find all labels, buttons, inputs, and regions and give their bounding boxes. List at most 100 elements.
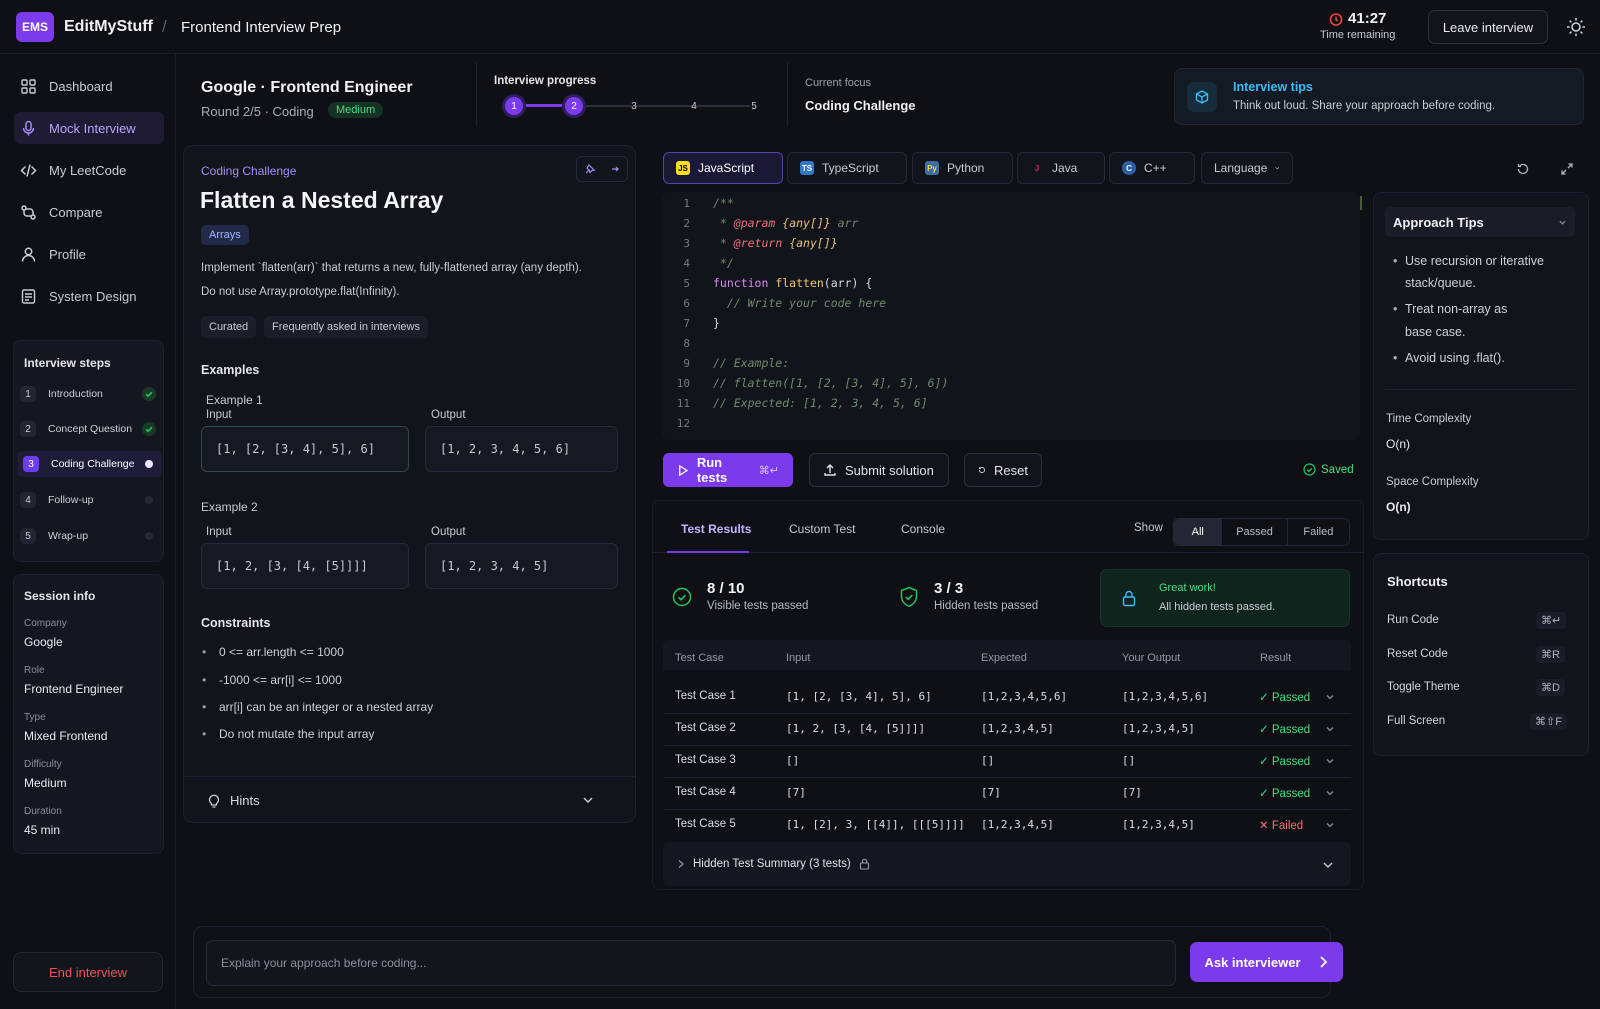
- tab-custom-test[interactable]: Custom Test: [789, 522, 855, 536]
- sidebar-item-label: Dashboard: [49, 78, 113, 94]
- input-label: Input: [206, 409, 232, 421]
- brand-name[interactable]: EditMyStuff: [64, 18, 153, 36]
- cell-input: []: [786, 754, 800, 767]
- run-tests-button[interactable]: Run tests ⌘↵: [663, 453, 793, 487]
- approach-tip: Treat non-array as: [1393, 298, 1507, 320]
- progress-label: Interview progress: [494, 75, 597, 87]
- chevron-down-icon[interactable]: [1325, 692, 1335, 702]
- lang-tab-cpp[interactable]: C C++: [1109, 152, 1195, 184]
- badge-frequently-asked: Frequently asked in interviews: [264, 316, 428, 338]
- space-complexity-value: O(n): [1386, 500, 1411, 514]
- sidebar-item-my-leetcode[interactable]: My LeetCode: [14, 154, 164, 186]
- ask-interviewer-button[interactable]: Ask interviewer: [1190, 942, 1343, 982]
- lang-tab-python[interactable]: Py Python: [912, 152, 1013, 184]
- chevron-down-icon[interactable]: [1325, 756, 1335, 766]
- code-line[interactable]: */: [713, 256, 734, 270]
- progress-step-3: 3: [631, 100, 637, 112]
- step-introduction[interactable]: 1 Introduction: [14, 381, 162, 407]
- panel-tools: [576, 156, 628, 182]
- sidebar-item-dashboard[interactable]: Dashboard: [14, 70, 164, 102]
- app-logo[interactable]: EMS: [16, 12, 54, 42]
- code-line[interactable]: // Example:: [713, 356, 789, 370]
- approach-tips-header[interactable]: Approach Tips: [1385, 207, 1575, 237]
- chevron-down-icon[interactable]: [1325, 820, 1335, 830]
- refresh-icon[interactable]: [1516, 162, 1530, 176]
- problem-panel: [183, 145, 636, 823]
- session-value: Frontend Engineer: [24, 682, 124, 696]
- row-divider: [664, 777, 1351, 778]
- lang-tab-java[interactable]: J Java: [1017, 152, 1105, 184]
- sun-icon[interactable]: [1566, 17, 1586, 37]
- tab-console[interactable]: Console: [901, 522, 945, 536]
- problem-tag[interactable]: Arrays: [201, 225, 249, 245]
- sidebar-item-system-design[interactable]: System Design: [14, 280, 164, 312]
- output-label: Output: [431, 409, 466, 421]
- time-complexity-label: Time Complexity: [1386, 413, 1472, 425]
- filter-failed[interactable]: Failed: [1286, 519, 1349, 545]
- lock-icon: [859, 858, 869, 870]
- code-line[interactable]: // Expected: [1, 2, 3, 4, 5, 6]: [713, 396, 928, 410]
- code-editor[interactable]: 1 /** 2 * @param {any[]} arr 3 * @return {a…: [662, 192, 1362, 440]
- chevron-down-icon[interactable]: [1325, 724, 1335, 734]
- leave-interview-button[interactable]: Leave interview: [1428, 10, 1548, 44]
- cpp-icon: C: [1122, 161, 1136, 175]
- lang-label: TypeScript: [822, 161, 879, 175]
- result-failed: ✕ Failed: [1259, 818, 1303, 832]
- example-output: [1, 2, 3, 4, 5]: [425, 543, 618, 589]
- step-wrap-up[interactable]: 5 Wrap-up: [14, 523, 162, 549]
- lang-tab-typescript[interactable]: TS TypeScript: [787, 152, 907, 184]
- pin-icon[interactable]: [584, 163, 596, 175]
- result-label: Passed: [1271, 724, 1311, 736]
- lang-tab-javascript[interactable]: JS JavaScript: [663, 152, 783, 184]
- step-concept-question[interactable]: 2 Concept Question: [14, 416, 162, 442]
- submit-solution-button[interactable]: Submit solution: [809, 453, 949, 487]
- reset-button[interactable]: Reset: [964, 453, 1042, 487]
- fullscreen-icon[interactable]: [1560, 162, 1574, 176]
- run-tests-label: Run tests: [696, 455, 728, 485]
- cell-output: [1,2,3,4,5]: [1122, 818, 1195, 831]
- scrollbar[interactable]: [1360, 196, 1362, 210]
- explain-approach-input[interactable]: [206, 940, 1176, 986]
- example-title: Example 2: [201, 500, 258, 514]
- round-info: Round 2/5 · Coding: [201, 104, 314, 119]
- code-line[interactable]: function flatten(arr) {: [713, 276, 872, 290]
- hints-toggle[interactable]: Hints: [184, 778, 635, 822]
- code-line[interactable]: // Write your code here: [713, 296, 886, 310]
- tab-test-results[interactable]: Test Results: [681, 522, 751, 536]
- great-work-text: All hidden tests passed.: [1159, 601, 1276, 613]
- filter-passed[interactable]: Passed: [1221, 519, 1286, 545]
- filter-all[interactable]: All: [1174, 519, 1222, 545]
- line-number: 1: [683, 197, 690, 210]
- code-line[interactable]: * @return {any[]}: [713, 236, 838, 250]
- cell-output: []: [1122, 754, 1136, 767]
- expand-icon[interactable]: [609, 163, 621, 175]
- chevron-down-icon: [1323, 862, 1333, 868]
- code-line[interactable]: * @param {any[]} arr: [713, 216, 859, 230]
- hidden-summary-label: Hidden Test Summary (3 tests): [693, 858, 851, 870]
- code-line[interactable]: // flatten([1, [2, [3, 4], 5], 6]): [713, 376, 948, 390]
- code-icon: [20, 163, 37, 177]
- hidden-summary-toggle[interactable]: Hidden Test Summary (3 tests): [663, 842, 1351, 886]
- sidebar-item-mock-interview[interactable]: Mock Interview: [14, 112, 164, 144]
- column-header: Your Output: [1122, 652, 1181, 664]
- visible-tests-count: 8 / 10: [707, 580, 745, 597]
- chevron-down-icon[interactable]: [1325, 788, 1335, 798]
- check-circle-icon: [672, 587, 692, 607]
- language-select[interactable]: Language: [1201, 152, 1293, 184]
- constraints-title: Constraints: [201, 616, 271, 630]
- example-input: [1, 2, [3, [4, [5]]]]: [201, 543, 409, 589]
- step-coding-challenge[interactable]: 3 Coding Challenge: [17, 451, 162, 477]
- pending-dot-icon: [145, 496, 153, 504]
- row-divider: [664, 745, 1351, 746]
- step-follow-up[interactable]: 4 Follow-up: [14, 487, 162, 513]
- code-line[interactable]: }: [713, 316, 720, 330]
- sidebar-item-profile[interactable]: Profile: [14, 238, 164, 270]
- end-interview-button[interactable]: End interview: [13, 952, 163, 992]
- code-line[interactable]: /**: [713, 196, 734, 210]
- constraint-item: arr[i] can be an integer or a nested arr…: [202, 700, 433, 714]
- sidebar-item-label: Mock Interview: [49, 120, 136, 136]
- chevron-right-icon: [1319, 956, 1327, 968]
- result-filter: All Passed Failed: [1173, 518, 1350, 546]
- step-number: 3: [23, 456, 39, 472]
- sidebar-item-compare[interactable]: Compare: [14, 196, 164, 228]
